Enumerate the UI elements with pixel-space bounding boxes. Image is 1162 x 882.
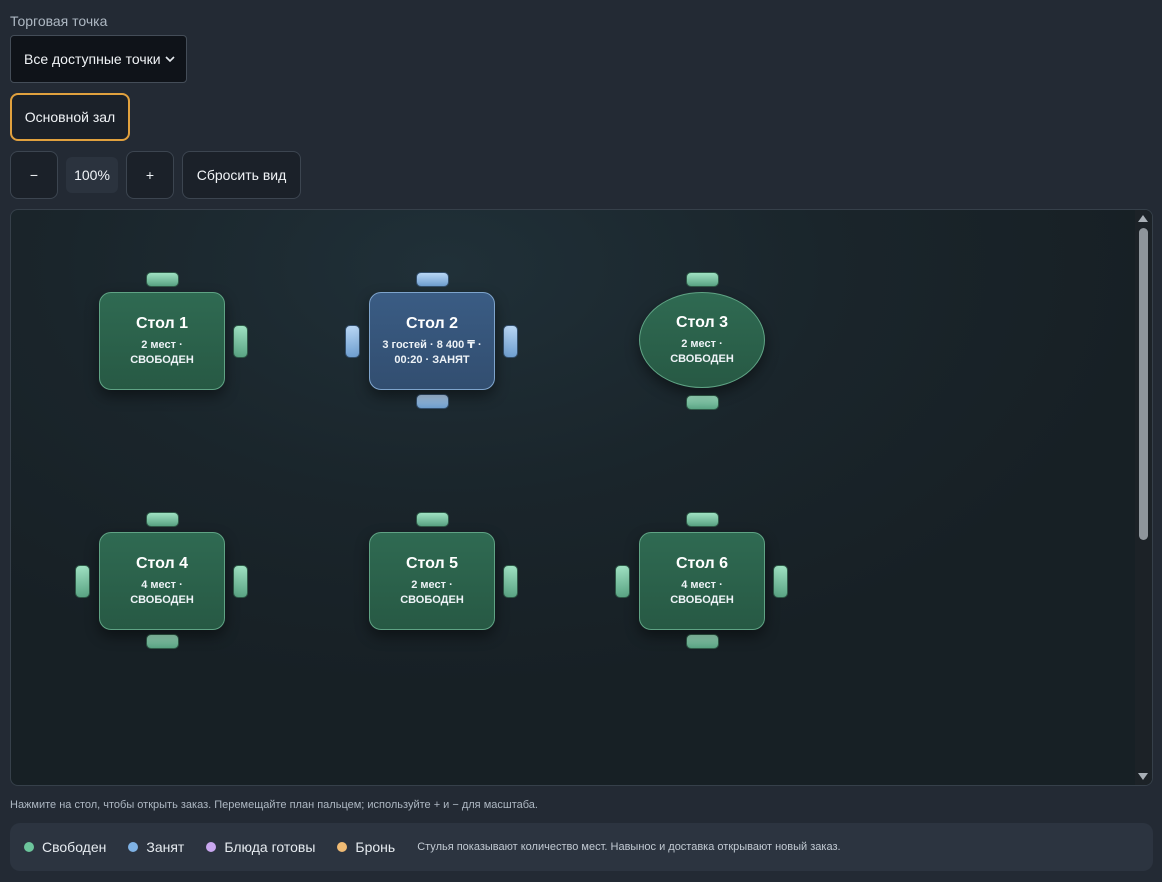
table-info: 2 мест · СВОБОДЕН — [670, 338, 734, 366]
table-6[interactable]: Стол 6 4 мест · СВОБОДЕН — [639, 532, 765, 630]
table-info: 2 мест · СВОБОДЕН — [400, 579, 464, 607]
legend-label: Бронь — [355, 839, 396, 855]
help-text: Нажмите на стол, чтобы открыть заказ. Пе… — [10, 799, 538, 811]
chair — [146, 634, 179, 649]
zoom-out-button[interactable]: − — [10, 151, 58, 199]
legend-label: Свободен — [42, 839, 107, 855]
table-info: 4 мест · СВОБОДЕН — [130, 579, 194, 607]
status-dot-icon — [128, 842, 139, 852]
table-name: Стол 5 — [405, 554, 459, 572]
floor-plan[interactable]: Стол 1 2 мест · СВОБОДЕН Стол 2 3 гостей… — [10, 209, 1153, 786]
chair — [686, 512, 719, 527]
scroll-thumb[interactable] — [1139, 228, 1148, 540]
legend-item-busy: Занят — [128, 839, 184, 855]
status-dot-icon — [206, 842, 217, 852]
table-3[interactable]: Стол 3 2 мест · СВОБОДЕН — [639, 292, 765, 388]
chair — [773, 565, 788, 598]
outlet-select-value: Все доступные точки — [24, 51, 161, 67]
table-info: 3 гостей · 8 400 ₸ · 00:20 · ЗАНЯТ — [382, 339, 482, 367]
legend-label: Блюда готовы — [224, 839, 316, 855]
table-name: Стол 1 — [135, 314, 189, 332]
table-name: Стол 2 — [405, 314, 459, 332]
table-4[interactable]: Стол 4 4 мест · СВОБОДЕН — [99, 532, 225, 630]
table-name: Стол 4 — [135, 554, 189, 572]
vertical-scrollbar[interactable] — [1135, 210, 1152, 785]
chair — [233, 565, 248, 598]
zoom-level: 100% — [66, 157, 118, 193]
chair — [146, 512, 179, 527]
legend-label: Занят — [146, 839, 185, 855]
legend-item-reserved: Бронь — [337, 839, 395, 855]
chair — [75, 565, 90, 598]
chair — [686, 272, 719, 287]
legend-note: Стулья показывают количество мест. Навын… — [417, 841, 841, 853]
table-5[interactable]: Стол 5 2 мест · СВОБОДЕН — [369, 532, 495, 630]
table-name: Стол 3 — [675, 313, 729, 331]
table-name: Стол 6 — [675, 554, 729, 572]
legend-item-ready: Блюда готовы — [206, 839, 315, 855]
chair — [416, 512, 449, 527]
reset-view-button[interactable]: Сбросить вид — [182, 151, 301, 199]
scroll-down-icon[interactable] — [1138, 773, 1148, 780]
chevron-down-icon — [164, 53, 176, 65]
table-info: 4 мест · СВОБОДЕН — [670, 579, 734, 607]
chair — [345, 325, 360, 358]
hall-tab-main[interactable]: Основной зал — [10, 93, 130, 141]
chair — [233, 325, 248, 358]
legend-item-free: Свободен — [24, 839, 106, 855]
table-1[interactable]: Стол 1 2 мест · СВОБОДЕН — [99, 292, 225, 390]
status-dot-icon — [24, 842, 34, 852]
table-2[interactable]: Стол 2 3 гостей · 8 400 ₸ · 00:20 · ЗАНЯ… — [369, 292, 495, 390]
chair — [416, 394, 449, 409]
scroll-up-icon[interactable] — [1138, 215, 1148, 222]
chair — [686, 634, 719, 649]
table-info: 2 мест · СВОБОДЕН — [130, 339, 194, 367]
chair — [686, 395, 719, 410]
chair — [416, 272, 449, 287]
outlet-label: Торговая точка — [10, 13, 108, 29]
zoom-in-button[interactable]: + — [126, 151, 174, 199]
outlet-select[interactable]: Все доступные точки — [10, 35, 187, 83]
chair — [615, 565, 630, 598]
chair — [146, 272, 179, 287]
status-dot-icon — [337, 842, 348, 852]
chair — [503, 565, 518, 598]
chair — [503, 325, 518, 358]
status-legend: Свободен Занят Блюда готовы Бронь Стулья… — [10, 823, 1153, 871]
